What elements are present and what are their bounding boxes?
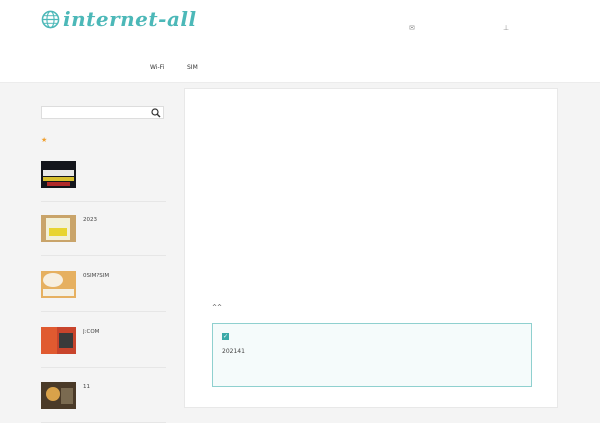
list-item[interactable]: 0SIM?SIM (41, 271, 166, 312)
global-nav: Wi-Fi SIM (0, 54, 600, 83)
search-input[interactable] (41, 106, 164, 119)
list-item[interactable]: J:COM (41, 327, 166, 368)
list-item[interactable]: 2023 (41, 215, 166, 256)
list-item-title (83, 161, 166, 181)
site-header: internet-all ✉ ⊥ (0, 0, 600, 54)
site-logo[interactable]: internet-all (41, 9, 197, 29)
list-item[interactable] (41, 161, 166, 202)
nav-item-wifi[interactable]: Wi-Fi (150, 64, 164, 72)
article-thumbnail (41, 271, 76, 298)
search-icon[interactable] (151, 108, 161, 118)
article-thumbnail (41, 382, 76, 409)
site-name: internet-all (63, 7, 197, 31)
article-paragraph (212, 153, 534, 177)
sitemap-link[interactable]: ⊥ (503, 24, 509, 36)
article-paragraph: ^^ (212, 304, 223, 311)
globe-icon (41, 10, 60, 28)
list-item-title: 11 (83, 384, 90, 390)
list-item-title: J:COM (83, 329, 100, 335)
check-icon: ✓ (222, 333, 229, 340)
article-paragraph (212, 185, 534, 197)
article-thumbnail (41, 327, 76, 354)
notice-body: 202141 (222, 348, 245, 355)
notice-title: ✓ (222, 333, 233, 340)
list-item[interactable]: 11 (41, 382, 166, 423)
article-paragraph (212, 207, 534, 219)
nav-item-sim[interactable]: SIM (187, 64, 198, 72)
recommend-title: ★ (41, 136, 47, 144)
site-tagline (41, 33, 201, 36)
article-thumbnail (41, 215, 76, 242)
notice-box: ✓ 202141 (212, 323, 532, 387)
list-item-title: 0SIM?SIM (83, 273, 110, 279)
article-subheading (212, 281, 534, 293)
sitemap-icon: ⊥ (503, 24, 510, 32)
list-item-title: 2023 (83, 217, 97, 223)
contact-link[interactable]: ✉ (409, 24, 415, 36)
star-icon: ★ (41, 136, 48, 144)
mail-icon: ✉ (409, 24, 415, 32)
article-thumbnail (41, 161, 76, 188)
article-card: ^^ ✓ 202141 (184, 88, 558, 408)
